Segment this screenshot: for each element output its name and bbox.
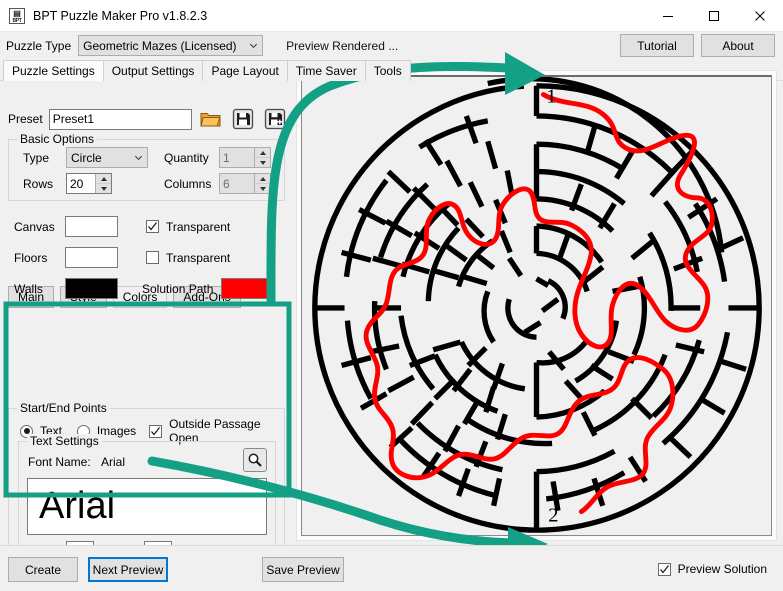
quantity-value: 1 <box>220 148 254 167</box>
floors-color-swatch[interactable] <box>65 247 118 268</box>
about-button[interactable]: About <box>701 34 775 57</box>
preview-solution-checkbox[interactable] <box>658 563 671 576</box>
columns-stepper[interactable]: 6 <box>219 173 271 194</box>
close-icon[interactable] <box>737 0 783 32</box>
start-end-legend: Start/End Points <box>17 401 110 415</box>
preset-input[interactable]: Preset1 <box>49 109 192 130</box>
preview-status-text: Preview Rendered ... <box>286 39 398 53</box>
outside-passage-open-checkbox[interactable] <box>149 425 162 438</box>
type-select[interactable]: Circle <box>66 147 148 168</box>
preset-row: Preset Preset1 <box>8 107 288 131</box>
preset-label: Preset <box>8 112 43 126</box>
quantity-stepper[interactable]: 1 <box>219 147 271 168</box>
type-label: Type <box>23 151 49 165</box>
save-icon[interactable] <box>230 107 256 131</box>
quantity-label: Quantity <box>164 151 209 165</box>
canvas-label: Canvas <box>14 220 65 234</box>
text-settings-legend: Text Settings <box>27 434 102 448</box>
canvas-transparent-checkbox[interactable] <box>146 220 159 233</box>
font-preview-box: Arial <box>27 478 267 535</box>
window-controls <box>645 0 783 32</box>
tab-puzzle-settings[interactable]: Puzzle Settings <box>3 60 104 81</box>
maze-image: 1 2 <box>302 77 771 535</box>
maze-start-marker: 1 <box>546 85 556 107</box>
puzzle-type-label: Puzzle Type <box>6 39 71 53</box>
chevron-down-icon <box>249 41 258 50</box>
save-as-icon[interactable] <box>262 107 288 131</box>
puzzle-type-select[interactable]: Geometric Mazes (Licensed) <box>78 35 263 56</box>
floors-transparent-label: Transparent <box>166 251 230 265</box>
canvas-color-row: Canvas Transparent <box>14 216 279 237</box>
settings-panel: Preset Preset1 <box>0 103 293 545</box>
puzzle-type-value: Geometric Mazes (Licensed) <box>83 39 249 53</box>
canvas-transparent-label: Transparent <box>166 220 230 234</box>
top-right-buttons: Tutorial About <box>620 34 775 57</box>
circular-maze-svg: 1 2 <box>302 77 771 535</box>
tab-output-settings[interactable]: Output Settings <box>103 60 204 81</box>
rows-stepper[interactable]: 20 <box>66 173 112 194</box>
preview-solution-label: Preview Solution <box>678 562 767 576</box>
minimize-icon[interactable] <box>645 0 691 32</box>
solution-path-color-swatch[interactable] <box>221 278 274 299</box>
tab-time-saver[interactable]: Time Saver <box>287 60 366 81</box>
maze-end-marker: 2 <box>548 504 558 526</box>
tab-tools[interactable]: Tools <box>365 60 411 81</box>
type-value: Circle <box>71 151 134 165</box>
puzzle-type-row: Puzzle Type Geometric Mazes (Licensed) P… <box>0 32 783 59</box>
columns-label: Columns <box>164 177 211 191</box>
walls-label: Walls <box>14 282 65 296</box>
window-title: BPT Puzzle Maker Pro v1.8.2.3 <box>33 9 207 23</box>
basic-options-group: Basic Options Type Circle Quantity 1 Row… <box>8 139 285 201</box>
rows-label: Rows <box>23 177 53 191</box>
preview-panel: 1 2 <box>296 70 777 541</box>
open-folder-icon[interactable] <box>198 107 224 131</box>
floors-color-row: Floors Transparent <box>14 247 279 268</box>
solution-path-label: Solution Path <box>142 282 213 296</box>
bottom-bar: Create Next Preview Save Preview Preview… <box>0 545 783 591</box>
tutorial-button[interactable]: Tutorial <box>620 34 694 57</box>
preview-canvas[interactable]: 1 2 <box>301 75 772 536</box>
walls-color-row: Walls Solution Path <box>14 278 289 299</box>
app-icon: ▤ BPT <box>9 8 25 24</box>
magnifier-icon[interactable] <box>243 448 267 472</box>
tab-page-layout[interactable]: Page Layout <box>202 60 287 81</box>
mode-images-label: Images <box>97 424 136 438</box>
maximize-icon[interactable] <box>691 0 737 32</box>
rows-value: 20 <box>67 174 95 193</box>
walls-color-swatch[interactable] <box>65 278 118 299</box>
title-bar: ▤ BPT BPT Puzzle Maker Pro v1.8.2.3 <box>0 0 783 32</box>
basic-options-legend: Basic Options <box>17 132 97 146</box>
floors-transparent-checkbox[interactable] <box>146 251 159 264</box>
preview-solution-row: Preview Solution <box>658 562 767 576</box>
canvas-color-swatch[interactable] <box>65 216 118 237</box>
next-preview-button[interactable]: Next Preview <box>88 557 168 582</box>
font-name-value: Arial <box>101 455 125 469</box>
columns-value: 6 <box>220 174 254 193</box>
floors-label: Floors <box>14 251 65 265</box>
chevron-down-icon <box>134 153 143 162</box>
font-name-label: Font Name: <box>28 455 91 469</box>
create-button[interactable]: Create <box>8 557 78 582</box>
save-preview-button[interactable]: Save Preview <box>262 557 344 582</box>
